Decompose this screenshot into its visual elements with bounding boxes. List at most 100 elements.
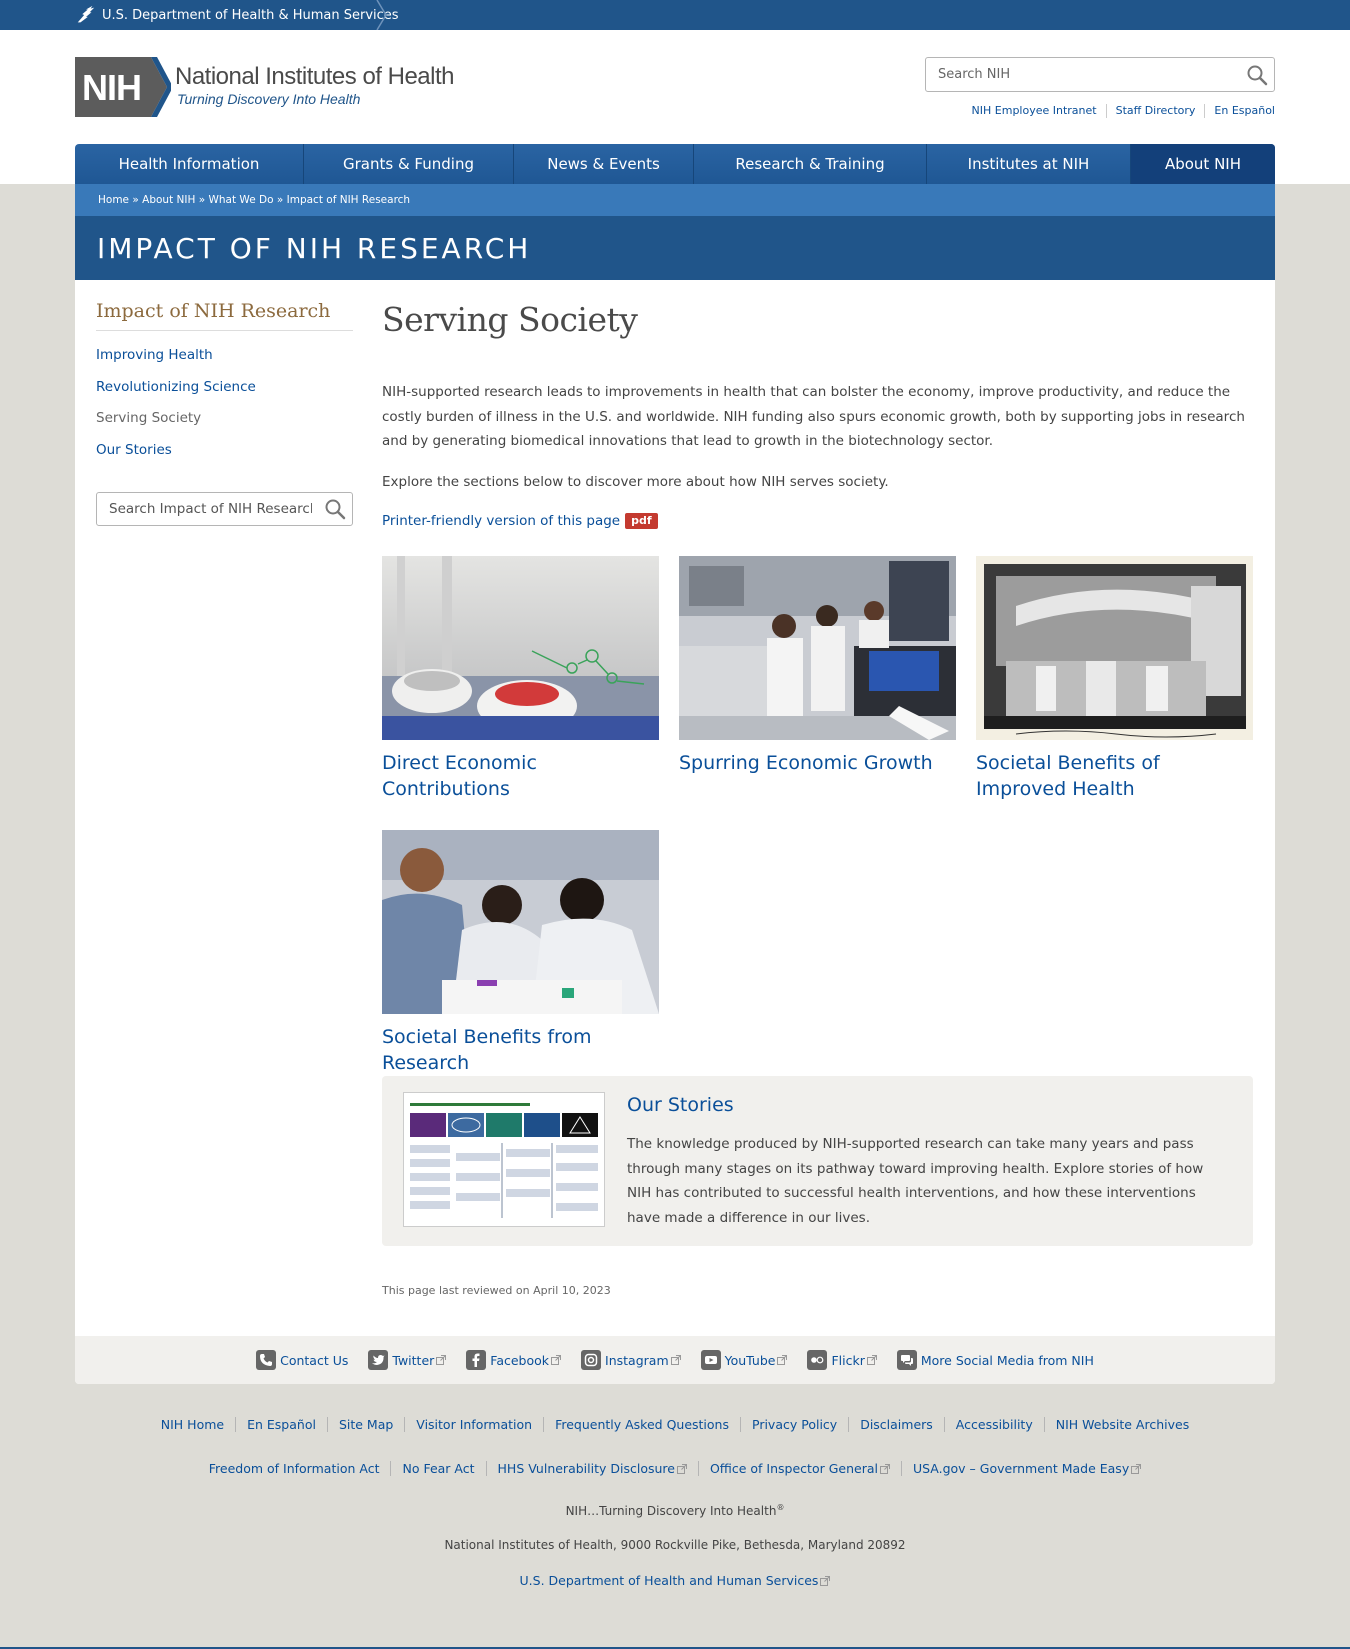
last-reviewed: This page last reviewed on April 10, 202… — [382, 1284, 611, 1297]
nav-grants-funding[interactable]: Grants & Funding — [304, 144, 514, 184]
chat-icon — [896, 1350, 917, 1370]
footer-link-accessibility[interactable]: Accessibility — [943, 1417, 1044, 1432]
stories-title[interactable]: Our Stories — [627, 1094, 734, 1116]
footer-links-secondary: Freedom of Information Act No Fear Act H… — [0, 1461, 1350, 1476]
footer-motto: NIH…Turning Discovery Into Health® — [565, 1503, 785, 1518]
social-more-media[interactable]: More Social Media from NIH — [896, 1350, 1094, 1370]
facebook-icon — [466, 1350, 487, 1370]
footer-link-espanol[interactable]: En Español — [235, 1417, 327, 1432]
footer-link-no-fear[interactable]: No Fear Act — [390, 1461, 485, 1476]
breadcrumb-about-nih[interactable]: About NIH — [142, 194, 195, 206]
sidebar-item-improving-health[interactable]: Improving Health — [96, 344, 353, 376]
footer-link-site-map[interactable]: Site Map — [326, 1417, 404, 1432]
social-youtube[interactable]: YouTube — [700, 1350, 788, 1370]
logo-title: National Institutes of Health — [175, 63, 455, 90]
hhs-bar: U.S. Department of Health & Human Servic… — [0, 0, 1350, 30]
social-flickr[interactable]: Flickr — [807, 1350, 877, 1370]
utility-links: NIH Employee Intranet Staff Directory En… — [963, 104, 1275, 118]
search-icon[interactable] — [324, 498, 346, 520]
card-direct-economic: Direct Economic Contributions — [382, 556, 659, 802]
sidebar-search — [96, 492, 353, 526]
card-image-sanitation-exhibit[interactable] — [976, 556, 1253, 740]
footer-link-privacy[interactable]: Privacy Policy — [740, 1417, 848, 1432]
our-stories-box: Our Stories The knowledge produced by NI… — [382, 1076, 1253, 1246]
footer-link-visitor-info[interactable]: Visitor Information — [404, 1417, 543, 1432]
card-title-direct-economic[interactable]: Direct Economic Contributions — [382, 750, 659, 802]
card-image-lab-scientists[interactable] — [679, 556, 956, 740]
footer-link-faq[interactable]: Frequently Asked Questions — [543, 1417, 740, 1432]
breadcrumb-what-we-do[interactable]: What We Do — [209, 194, 274, 206]
card-title-spurring-growth[interactable]: Spurring Economic Growth — [679, 750, 956, 776]
external-link-icon — [676, 1463, 687, 1474]
instagram-icon — [581, 1350, 602, 1370]
main-nav: Health Information Grants & Funding News… — [75, 144, 1275, 184]
nav-news-events[interactable]: News & Events — [514, 144, 694, 184]
social-twitter[interactable]: Twitter — [368, 1350, 447, 1370]
section-banner: IMPACT OF NIH RESEARCH — [75, 216, 1275, 280]
pdf-badge: pdf — [625, 513, 658, 529]
breadcrumb-home[interactable]: Home — [98, 194, 129, 206]
sidebar-item-revolutionizing-science[interactable]: Revolutionizing Science — [96, 376, 353, 408]
stories-infographic-image[interactable] — [403, 1092, 605, 1227]
external-link-icon — [551, 1355, 562, 1365]
footer-link-nih-home[interactable]: NIH Home — [150, 1417, 235, 1432]
flickr-icon — [807, 1350, 828, 1370]
sidebar-item-our-stories[interactable]: Our Stories — [96, 439, 353, 471]
footer-links-primary: NIH Home En Español Site Map Visitor Inf… — [0, 1417, 1350, 1432]
social-contact-us[interactable]: Contact Us — [256, 1350, 348, 1370]
footer-link-hhs[interactable]: U.S. Department of Health and Human Serv… — [520, 1573, 831, 1588]
sidebar-title[interactable]: Impact of NIH Research — [96, 300, 353, 331]
footer-hhs: U.S. Department of Health and Human Serv… — [0, 1573, 1350, 1588]
external-link-icon — [879, 1463, 890, 1474]
footer-link-inspector-general[interactable]: Office of Inspector General — [697, 1461, 901, 1476]
external-link-icon — [1131, 1463, 1142, 1474]
nav-research-training[interactable]: Research & Training — [694, 144, 927, 184]
footer-link-disclaimers[interactable]: Disclaimers — [848, 1417, 944, 1432]
util-link-staff-directory[interactable]: Staff Directory — [1105, 104, 1205, 118]
card-image-students[interactable] — [382, 830, 659, 1014]
sidebar-nav: Improving Health Revolutionizing Science… — [96, 344, 353, 470]
breadcrumb: Home » About NIH » What We Do » Impact o… — [75, 184, 1275, 216]
search-icon[interactable] — [1246, 64, 1268, 86]
card-spurring-growth: Spurring Economic Growth — [679, 556, 956, 776]
nav-about-nih[interactable]: About NIH — [1131, 144, 1275, 184]
social-instagram[interactable]: Instagram — [581, 1350, 681, 1370]
util-link-espanol[interactable]: En Español — [1204, 104, 1275, 118]
social-facebook[interactable]: Facebook — [466, 1350, 562, 1370]
printer-friendly-link[interactable]: Printer-friendly version of this page — [382, 513, 620, 529]
logo-mark-text: NIH — [82, 67, 141, 108]
social-strip: Contact Us Twitter Facebook Instagram Yo… — [75, 1336, 1275, 1384]
nih-logo[interactable]: NIH National Institutes of Health Turnin… — [75, 57, 455, 117]
card-title-societal-health[interactable]: Societal Benefits of Improved Health — [976, 750, 1253, 802]
card-image-lab-equipment[interactable] — [382, 556, 659, 740]
external-link-icon — [820, 1575, 831, 1586]
card-title-societal-research[interactable]: Societal Benefits from Research — [382, 1024, 659, 1076]
explore-text: Explore the sections below to discover m… — [382, 474, 889, 490]
external-link-icon — [436, 1355, 447, 1365]
card-societal-research: Societal Benefits from Research — [382, 830, 659, 1076]
twitter-icon — [368, 1350, 389, 1370]
search-input[interactable] — [926, 58, 1226, 91]
sidebar-search-input[interactable] — [97, 493, 312, 525]
external-link-icon — [866, 1355, 877, 1365]
logo-tagline: Turning Discovery Into Health — [177, 91, 361, 107]
card-societal-health: Societal Benefits of Improved Health — [976, 556, 1253, 802]
phone-icon — [256, 1350, 277, 1370]
nav-health-information[interactable]: Health Information — [75, 144, 304, 184]
breadcrumb-impact[interactable]: Impact of NIH Research — [287, 194, 410, 206]
sidebar-item-serving-society: Serving Society — [96, 410, 202, 426]
footer-link-usagov[interactable]: USA.gov – Government Made Easy — [900, 1461, 1152, 1476]
footer-link-archives[interactable]: NIH Website Archives — [1043, 1417, 1201, 1432]
footer-address: National Institutes of Health, 9000 Rock… — [444, 1538, 906, 1552]
hhs-chevron-icon — [376, 0, 387, 30]
stories-text: The knowledge produced by NIH-supported … — [627, 1136, 1204, 1226]
site-search — [925, 57, 1275, 92]
nav-institutes[interactable]: Institutes at NIH — [927, 144, 1131, 184]
footer-link-hhs-vulnerability[interactable]: HHS Vulnerability Disclosure — [485, 1461, 698, 1476]
nih-logo-mark: NIH — [75, 57, 171, 117]
footer-link-foia[interactable]: Freedom of Information Act — [198, 1461, 391, 1476]
external-link-icon — [777, 1355, 788, 1365]
printer-friendly: Printer-friendly version of this page pd… — [382, 513, 658, 529]
hhs-link[interactable]: U.S. Department of Health & Human Servic… — [102, 8, 399, 23]
util-link-intranet[interactable]: NIH Employee Intranet — [963, 104, 1106, 118]
